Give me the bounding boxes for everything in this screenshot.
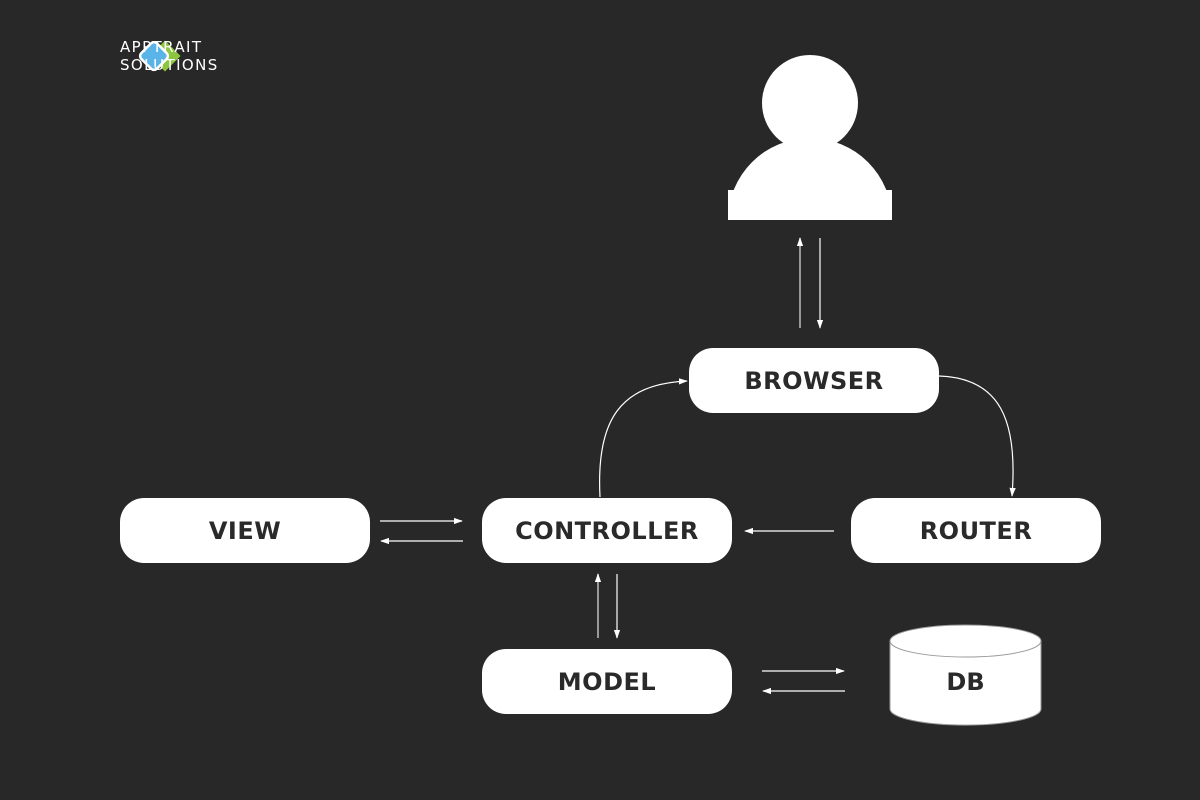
node-controller: CONTROLLER xyxy=(482,498,732,563)
node-router: ROUTER xyxy=(851,498,1101,563)
arrow-browser-to-router xyxy=(938,375,1016,497)
node-browser-label: BROWSER xyxy=(744,366,884,395)
arrow-controller-to-browser xyxy=(598,378,688,498)
node-router-label: ROUTER xyxy=(919,516,1033,545)
node-model: MODEL xyxy=(482,649,732,714)
node-view: VIEW xyxy=(120,498,370,563)
node-model-label: MODEL xyxy=(557,667,657,696)
node-view-label: VIEW xyxy=(208,516,282,545)
node-controller-label: CONTROLLER xyxy=(515,516,699,545)
node-browser: BROWSER xyxy=(689,348,939,413)
user-icon xyxy=(728,55,892,220)
node-db-label: DB xyxy=(946,668,985,696)
